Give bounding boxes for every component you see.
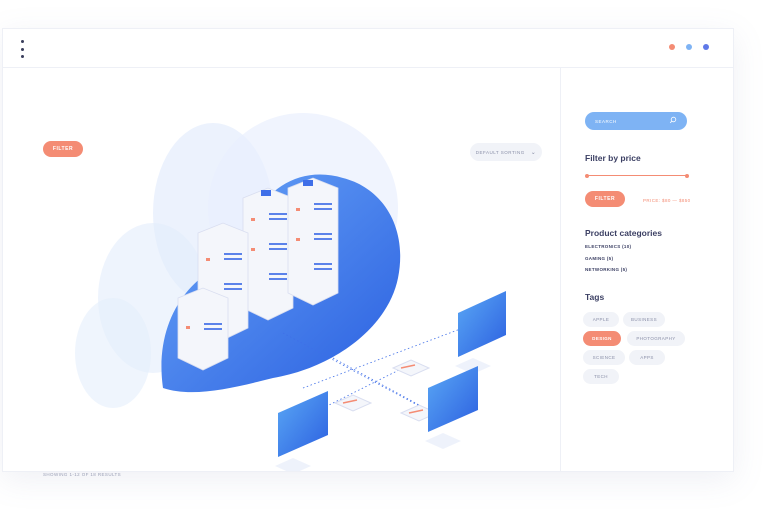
search-icon[interactable] <box>669 116 677 125</box>
tag-design[interactable]: DESIGN <box>583 331 621 346</box>
sort-label: DEFAULT SORTING <box>475 149 525 155</box>
chevron-down-icon: ⌄ <box>530 149 537 156</box>
tag-apple[interactable]: APPLE <box>583 312 619 327</box>
window-dots <box>669 44 709 50</box>
price-heading: Filter by price <box>585 153 641 163</box>
category-item[interactable]: GAMING (5) <box>585 256 613 261</box>
dot-indigo[interactable] <box>703 44 709 50</box>
dot-blue[interactable] <box>686 44 692 50</box>
tag-tech[interactable]: TECH <box>583 369 619 384</box>
filter-button[interactable]: FILTER <box>43 141 83 157</box>
search-input[interactable]: SEARCH <box>585 112 687 130</box>
cloud-server-illustration <box>75 113 506 471</box>
dot-red[interactable] <box>669 44 675 50</box>
kebab-menu-icon[interactable] <box>21 40 25 58</box>
tag-photography[interactable]: PHOTOGRAPHY <box>627 331 685 346</box>
tags-heading: Tags <box>585 292 605 302</box>
app-window: FILTER DEFAULT SORTING ⌄ SHOWING 1-12 OF… <box>2 28 734 477</box>
main-panel: FILTER DEFAULT SORTING ⌄ SHOWING 1-12 OF… <box>3 68 561 477</box>
price-range: PRICE: $80 — $850 <box>643 198 691 203</box>
tag-science[interactable]: SCIENCE <box>583 350 625 365</box>
price-slider-max-handle[interactable] <box>685 173 689 178</box>
price-filter-button[interactable]: FILTER <box>585 191 625 207</box>
search-placeholder: SEARCH <box>595 119 617 124</box>
tag-apps[interactable]: APPS <box>629 350 665 365</box>
results-count: SHOWING 1-12 OF 18 RESULTS <box>43 472 122 477</box>
sort-dropdown[interactable]: DEFAULT SORTING ⌄ <box>470 143 542 161</box>
price-slider-min-handle[interactable] <box>585 173 589 178</box>
categories-heading: Product categories <box>585 228 662 238</box>
price-slider[interactable] <box>585 173 689 178</box>
category-item[interactable]: NETWORKING (5) <box>585 267 627 272</box>
top-bar <box>3 29 733 68</box>
category-item[interactable]: ELECTRONICS (10) <box>585 244 631 249</box>
sidebar: SEARCH Filter by price FILTER PRICE: $80… <box>561 68 733 471</box>
tag-business[interactable]: BUSINESS <box>623 312 665 327</box>
